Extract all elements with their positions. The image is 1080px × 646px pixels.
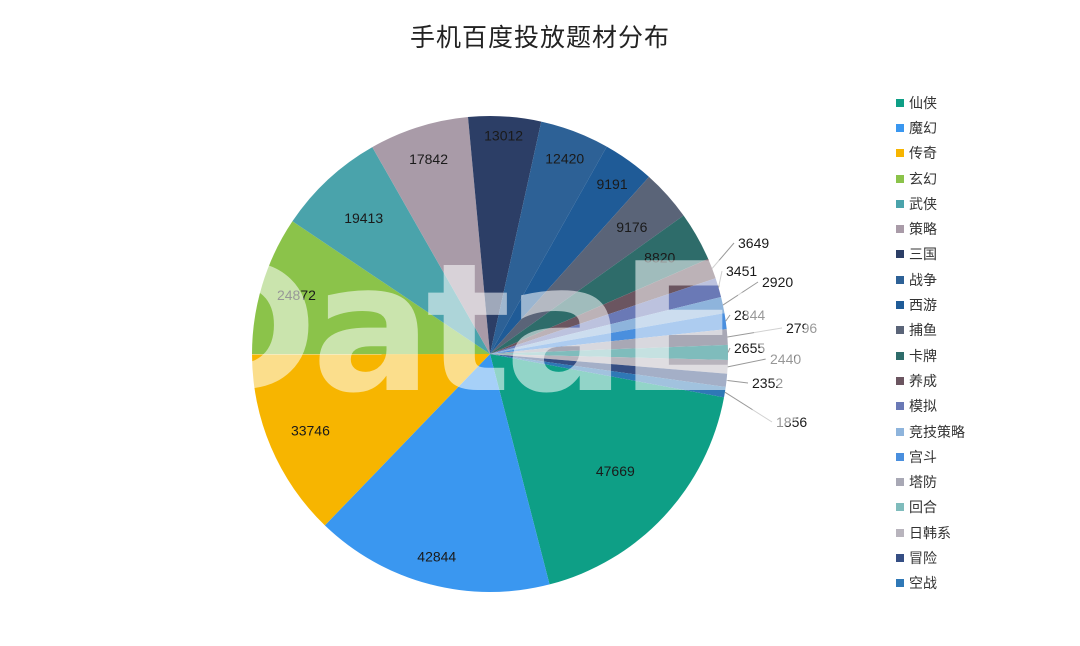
legend-item: 玄幻: [896, 166, 965, 191]
data-label: 2796: [786, 320, 817, 336]
legend-swatch: [896, 376, 904, 385]
legend-label: 捕鱼: [909, 323, 937, 340]
legend-swatch: [896, 275, 904, 284]
legend-swatch: [896, 579, 904, 588]
legend-label: 竞技策略: [909, 424, 965, 441]
legend-label: 回合: [909, 500, 937, 517]
leader-line: [726, 379, 749, 384]
leader-line: [727, 327, 783, 338]
data-label: 42844: [417, 549, 456, 565]
data-label: 24872: [277, 287, 316, 303]
data-label: 2440: [770, 351, 801, 367]
legend-item: 西游: [896, 292, 965, 317]
legend-item: 宫斗: [896, 444, 965, 469]
legend-swatch: [896, 301, 904, 310]
data-label: 1856: [776, 414, 807, 430]
legend-swatch: [896, 452, 904, 461]
legend-swatch: [896, 250, 904, 259]
data-label: 9176: [616, 219, 647, 235]
legend-item: 空战: [896, 571, 965, 596]
legend-label: 卡牌: [909, 348, 937, 365]
legend-swatch: [896, 503, 904, 512]
data-label: 2655: [734, 340, 765, 356]
legend-item: 模拟: [896, 394, 965, 419]
data-label: 12420: [545, 150, 584, 166]
leader-line: [718, 270, 723, 288]
data-label: 9191: [596, 176, 627, 192]
data-label: 2844: [734, 307, 765, 323]
legend-item: 武侠: [896, 191, 965, 216]
legend-label: 宫斗: [909, 449, 937, 466]
legend-label: 三国: [909, 247, 937, 264]
data-label: 2352: [752, 375, 783, 391]
data-label: 19413: [344, 210, 383, 226]
data-label: 3451: [726, 263, 757, 279]
legend-swatch: [896, 123, 904, 132]
legend-label: 塔防: [909, 475, 937, 492]
legend-item: 传奇: [896, 141, 965, 166]
legend: 仙侠魔幻传奇玄幻武侠策略三国战争西游捕鱼卡牌养成模拟竞技策略宫斗塔防回合日韩系冒…: [896, 90, 965, 596]
leader-line: [727, 358, 767, 368]
leader-line: [722, 281, 759, 306]
legend-item: 捕鱼: [896, 318, 965, 343]
legend-swatch: [896, 478, 904, 487]
legend-swatch: [896, 149, 904, 158]
legend-label: 玄幻: [909, 171, 937, 188]
legend-label: 空战: [909, 576, 937, 593]
legend-swatch: [896, 174, 904, 183]
legend-label: 冒险: [909, 550, 937, 567]
legend-label: 日韩系: [909, 525, 951, 542]
legend-item: 冒险: [896, 545, 965, 570]
legend-swatch: [896, 553, 904, 562]
legend-item: 养成: [896, 368, 965, 393]
legend-item: 三国: [896, 242, 965, 267]
legend-label: 策略: [909, 222, 937, 239]
legend-label: 养成: [909, 373, 937, 390]
legend-item: 塔防: [896, 469, 965, 494]
legend-swatch: [896, 199, 904, 208]
legend-label: 魔幻: [909, 120, 937, 137]
legend-label: 仙侠: [909, 95, 937, 112]
legend-item: 魔幻: [896, 115, 965, 140]
legend-item: 战争: [896, 267, 965, 292]
legend-swatch: [896, 528, 904, 537]
data-label: 17842: [409, 151, 448, 167]
data-label: 47669: [596, 463, 635, 479]
legend-swatch: [896, 427, 904, 436]
legend-swatch: [896, 98, 904, 107]
legend-item: 仙侠: [896, 90, 965, 115]
data-label: 8820: [644, 250, 675, 266]
legend-item: 策略: [896, 216, 965, 241]
leader-line: [727, 347, 731, 353]
leader-line: [725, 314, 731, 322]
legend-swatch: [896, 326, 904, 335]
legend-swatch: [896, 225, 904, 234]
legend-item: 回合: [896, 495, 965, 520]
data-label: 33746: [291, 422, 330, 438]
legend-item: 日韩系: [896, 520, 965, 545]
data-label: 13012: [484, 127, 523, 143]
data-label: 2920: [762, 274, 793, 290]
leader-line: [724, 391, 773, 423]
legend-label: 模拟: [909, 399, 937, 416]
legend-swatch: [896, 402, 904, 411]
legend-label: 武侠: [909, 196, 937, 213]
data-label: 3649: [738, 235, 769, 251]
legend-label: 传奇: [909, 146, 937, 163]
legend-item: 竞技策略: [896, 419, 965, 444]
legend-swatch: [896, 351, 904, 360]
legend-label: 战争: [909, 272, 937, 289]
legend-item: 卡牌: [896, 343, 965, 368]
legend-label: 西游: [909, 298, 937, 315]
